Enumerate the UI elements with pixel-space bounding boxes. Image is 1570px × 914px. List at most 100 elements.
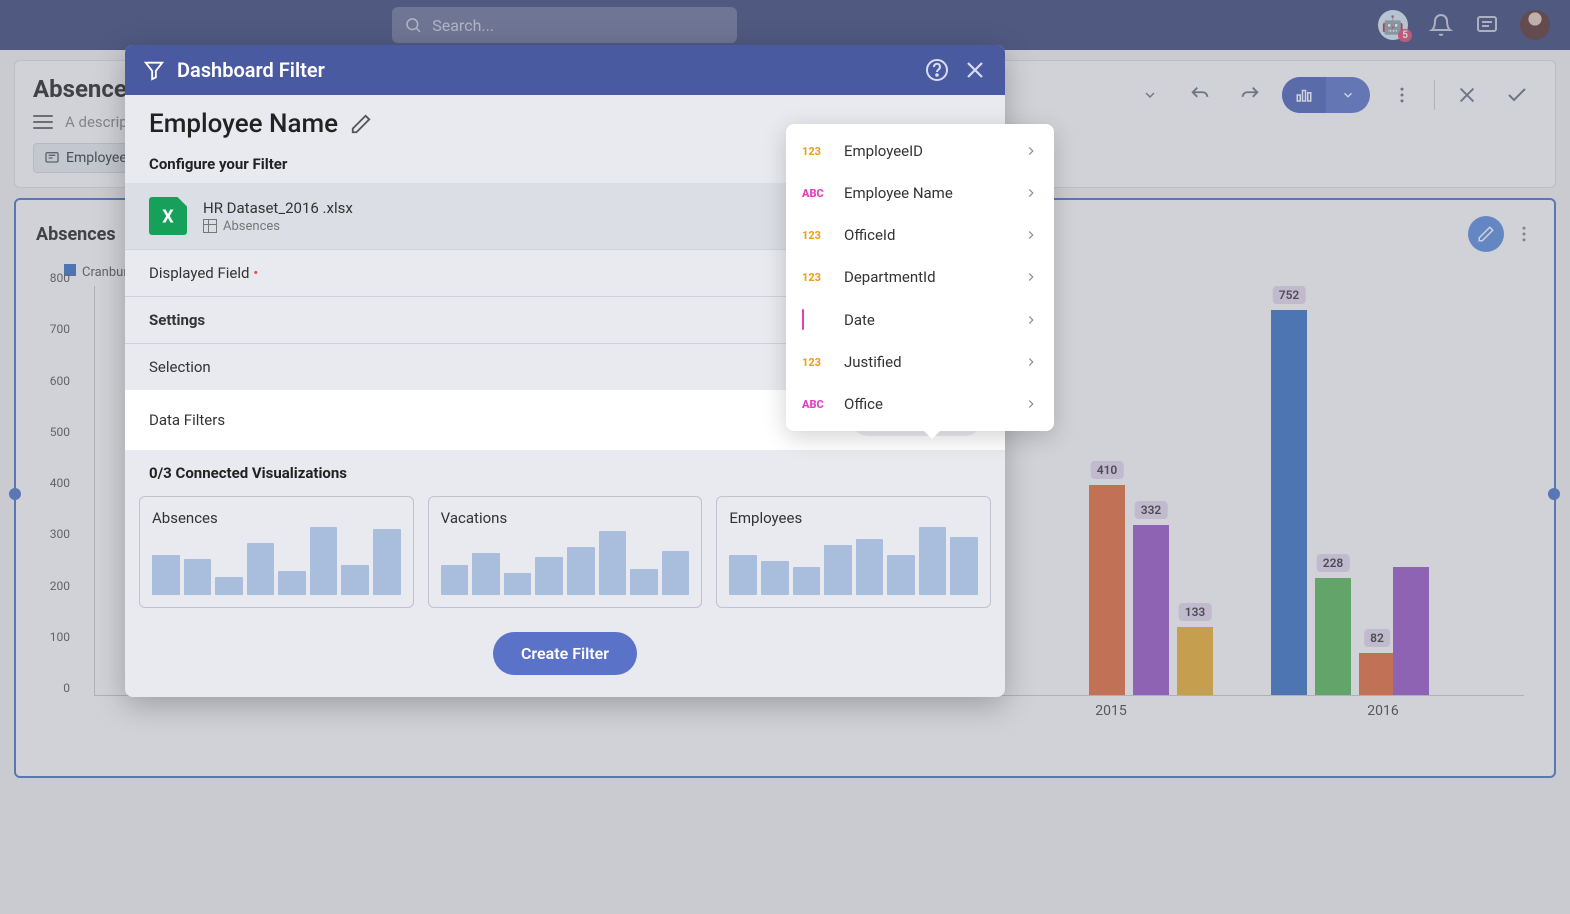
excel-icon xyxy=(149,197,187,235)
viz-card-title: Vacations xyxy=(441,509,690,527)
y-tick: 100 xyxy=(50,630,70,644)
field-option-label: Office xyxy=(844,395,1010,413)
field-option-label: Justified xyxy=(844,353,1010,371)
field-option[interactable]: ABC Employee Name xyxy=(786,172,1054,214)
chart-bar: 82 xyxy=(1359,653,1395,695)
chevron-right-icon xyxy=(1024,186,1038,200)
bar-value-label: 133 xyxy=(1179,603,1212,621)
y-tick: 400 xyxy=(50,476,70,490)
chart-icon xyxy=(1282,77,1326,113)
chevron-right-icon xyxy=(1024,228,1038,242)
field-option-label: Date xyxy=(844,311,1010,329)
undo-button[interactable] xyxy=(1182,77,1218,113)
viz-card[interactable]: Employees xyxy=(716,496,991,608)
x-tick-label: 2015 xyxy=(1095,703,1126,719)
edit-name-icon[interactable] xyxy=(350,113,372,135)
chevron-right-icon xyxy=(1024,355,1038,369)
chart-title: Absences xyxy=(36,224,116,245)
chart-type-button[interactable] xyxy=(1282,77,1370,113)
chart-bar: 752 xyxy=(1271,310,1307,695)
chart-bar xyxy=(1393,567,1429,695)
numeric-type-icon: 123 xyxy=(802,271,830,284)
filter-chip-icon xyxy=(44,150,60,166)
connected-viz-label: 0/3 Connected Visualizations xyxy=(125,450,1005,496)
confirm-icon[interactable] xyxy=(1499,77,1535,113)
numeric-type-icon: 123 xyxy=(802,356,830,369)
bar-value-label: 228 xyxy=(1317,554,1350,572)
y-tick: 0 xyxy=(63,681,70,695)
field-dropdown: 123 EmployeeID ABC Employee Name 123 OfficeId… xyxy=(786,124,1054,431)
redo-button[interactable] xyxy=(1232,77,1268,113)
close-icon[interactable] xyxy=(1449,77,1485,113)
chat-icon[interactable] xyxy=(1474,12,1500,38)
field-option[interactable]: 123 Justified xyxy=(786,341,1054,383)
chevron-down-icon xyxy=(1326,77,1370,113)
y-tick: 200 xyxy=(50,579,70,593)
bell-icon[interactable] xyxy=(1428,12,1454,38)
page-title: Absences xyxy=(33,75,139,103)
datasource-filename: HR Dataset_2016 .xlsx xyxy=(203,199,353,217)
top-navbar: 🤖5 xyxy=(0,0,1570,50)
numeric-type-icon: 123 xyxy=(802,145,830,158)
y-tick: 700 xyxy=(50,322,70,336)
text-type-icon: ABC xyxy=(802,398,830,411)
help-icon[interactable] xyxy=(925,58,949,82)
y-tick: 300 xyxy=(50,527,70,541)
field-option[interactable]: ABC Office xyxy=(786,383,1054,425)
chart-bar: 228 xyxy=(1315,578,1351,695)
datasource-sheet: Absences xyxy=(223,219,280,234)
viz-card-title: Absences xyxy=(152,509,401,527)
field-option-label: EmployeeID xyxy=(844,142,1010,160)
chevron-right-icon xyxy=(1024,144,1038,158)
chevron-right-icon xyxy=(1024,397,1038,411)
y-axis: 0100200300400500600700800 xyxy=(36,286,76,716)
field-option-label: OfficeId xyxy=(844,226,1010,244)
chevron-right-icon xyxy=(1024,270,1038,284)
y-tick: 500 xyxy=(50,425,70,439)
text-type-icon: ABC xyxy=(802,187,830,200)
global-search[interactable] xyxy=(392,7,737,43)
y-tick: 600 xyxy=(50,374,70,388)
user-avatar[interactable] xyxy=(1520,10,1550,40)
filter-chip-employee[interactable]: Employee xyxy=(33,143,138,173)
bar-value-label: 332 xyxy=(1135,501,1168,519)
search-input[interactable] xyxy=(432,16,725,35)
field-option[interactable]: 123 OfficeId xyxy=(786,214,1054,256)
x-tick-label: 2016 xyxy=(1367,703,1398,719)
resize-handle-right[interactable] xyxy=(1548,488,1560,500)
viz-card-sparkline xyxy=(441,535,690,595)
chart-bar: 410 xyxy=(1089,485,1125,695)
field-option[interactable]: Date xyxy=(786,298,1054,341)
filter-name: Employee Name xyxy=(149,109,338,139)
viz-card[interactable]: Absences xyxy=(139,496,414,608)
viz-card-sparkline xyxy=(729,535,978,595)
chart-bar: 133 xyxy=(1177,627,1213,695)
viz-card[interactable]: Vacations xyxy=(428,496,703,608)
field-option[interactable]: 123 EmployeeID xyxy=(786,130,1054,172)
search-icon xyxy=(404,15,422,35)
chart-more-icon[interactable] xyxy=(1514,224,1534,244)
modal-header: Dashboard Filter xyxy=(125,45,1005,95)
y-tick: 800 xyxy=(50,271,70,285)
data-filters-label: Data Filters xyxy=(149,411,225,429)
numeric-type-icon: 123 xyxy=(802,229,830,242)
resize-handle-left[interactable] xyxy=(9,488,21,500)
menu-icon[interactable] xyxy=(33,115,53,129)
field-option[interactable]: 123 DepartmentId xyxy=(786,256,1054,298)
modal-title: Dashboard Filter xyxy=(177,58,911,82)
bar-value-label: 82 xyxy=(1364,629,1390,647)
chart-bar: 332 xyxy=(1133,525,1169,695)
dropdown-toggle[interactable] xyxy=(1132,77,1168,113)
viz-card-title: Employees xyxy=(729,509,978,527)
create-filter-button[interactable]: Create Filter xyxy=(493,632,637,675)
field-option-label: DepartmentId xyxy=(844,268,1010,286)
viz-card-sparkline xyxy=(152,535,401,595)
chevron-right-icon xyxy=(1024,313,1038,327)
modal-close-icon[interactable] xyxy=(963,58,987,82)
edit-chart-button[interactable] xyxy=(1468,216,1504,252)
more-icon[interactable] xyxy=(1384,77,1420,113)
assistant-avatar[interactable]: 🤖5 xyxy=(1378,10,1408,40)
field-option-label: Employee Name xyxy=(844,184,1010,202)
filter-icon xyxy=(143,59,165,81)
notification-badge: 5 xyxy=(1398,29,1412,42)
